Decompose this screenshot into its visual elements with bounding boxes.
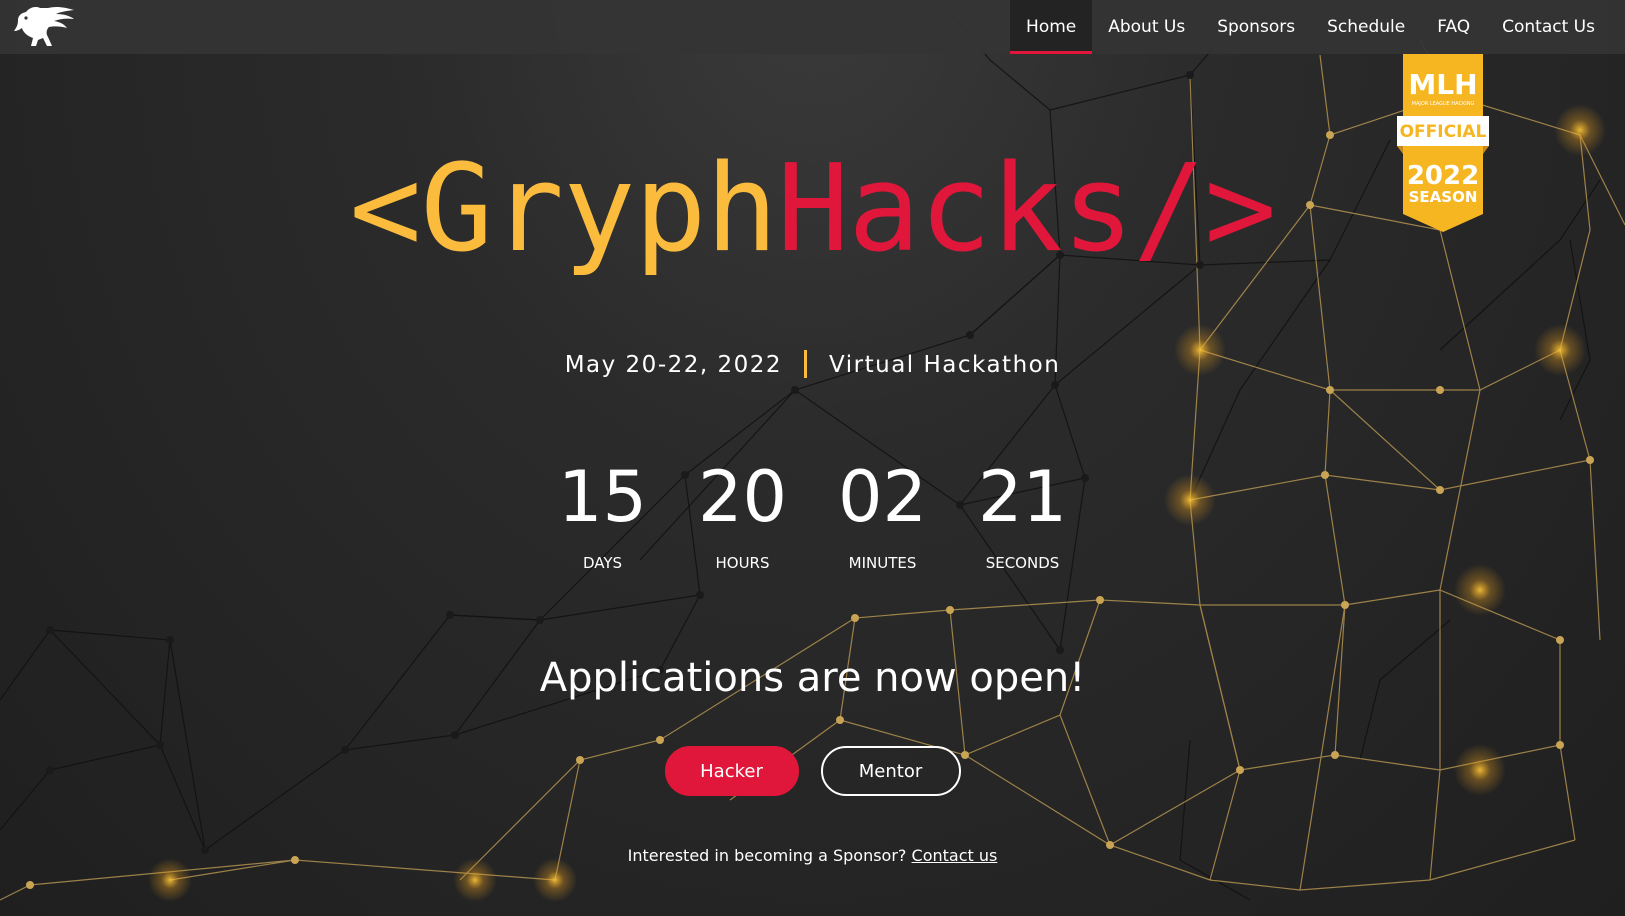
minutes-label: MINUTES xyxy=(848,554,917,572)
applications-headline: Applications are now open! xyxy=(539,655,1086,701)
nav-item-about-us[interactable]: About Us xyxy=(1092,0,1201,54)
nav-item-contact-us[interactable]: Contact Us xyxy=(1486,0,1611,54)
minutes-value: 02 xyxy=(837,456,928,538)
nav-item-faq[interactable]: FAQ xyxy=(1421,0,1486,54)
hero-section: Home About Us Sponsors Schedule FAQ Cont… xyxy=(0,0,1625,916)
seconds-label: SECONDS xyxy=(985,554,1060,572)
divider xyxy=(804,350,808,378)
navbar: Home About Us Sponsors Schedule FAQ Cont… xyxy=(0,0,1625,54)
countdown-hours: 20 HOURS xyxy=(673,462,813,572)
badge-season: SEASON xyxy=(1409,188,1478,206)
nav-item-home[interactable]: Home xyxy=(1010,0,1093,54)
days-value: 15 xyxy=(557,456,648,538)
hours-label: HOURS xyxy=(715,554,770,572)
days-label: DAYS xyxy=(582,554,623,572)
mlh-official-badge[interactable]: MLH MAJOR LEAGUE HACKING OFFICIAL 2022 S… xyxy=(1395,54,1491,232)
badge-subtitle: MAJOR LEAGUE HACKING xyxy=(1412,101,1475,107)
badge-brand: MLH xyxy=(1408,68,1477,101)
nav-item-sponsors[interactable]: Sponsors xyxy=(1201,0,1311,54)
apply-buttons: Hacker Mentor xyxy=(0,746,1625,796)
event-date: May 20-22, 2022 xyxy=(564,352,783,378)
main-nav: Home About Us Sponsors Schedule FAQ Cont… xyxy=(1010,0,1611,54)
sponsor-cta: Interested in becoming a Sponsor? Contac… xyxy=(0,846,1625,865)
event-type: Virtual Hackathon xyxy=(829,352,1061,378)
countdown-minutes: 02 MINUTES xyxy=(813,462,953,572)
seconds-value: 21 xyxy=(977,456,1068,538)
title-part-hacks: Hacks/> xyxy=(776,140,1277,279)
title-part-gryph: <Gryph xyxy=(349,140,777,279)
countdown-days: 15 DAYS xyxy=(533,462,673,572)
mentor-button[interactable]: Mentor xyxy=(820,746,961,796)
hero-title: <GryphHacks/> xyxy=(0,150,1625,270)
countdown-seconds: 21 SECONDS xyxy=(953,462,1093,572)
contact-us-link[interactable]: Contact us xyxy=(912,846,998,865)
hacker-button[interactable]: Hacker xyxy=(664,746,799,796)
countdown-timer: 15 DAYS 20 HOURS 02 MINUTES 21 SECONDS xyxy=(0,462,1625,572)
nav-item-schedule[interactable]: Schedule xyxy=(1311,0,1421,54)
gryphon-logo-icon[interactable] xyxy=(12,4,76,48)
badge-ribbon: OFFICIAL xyxy=(1400,122,1487,142)
badge-year: 2022 xyxy=(1407,161,1479,191)
hours-value: 20 xyxy=(697,456,788,538)
event-info: May 20-22, 2022 Virtual Hackathon xyxy=(0,350,1625,378)
sponsor-text: Interested in becoming a Sponsor? xyxy=(627,846,907,865)
